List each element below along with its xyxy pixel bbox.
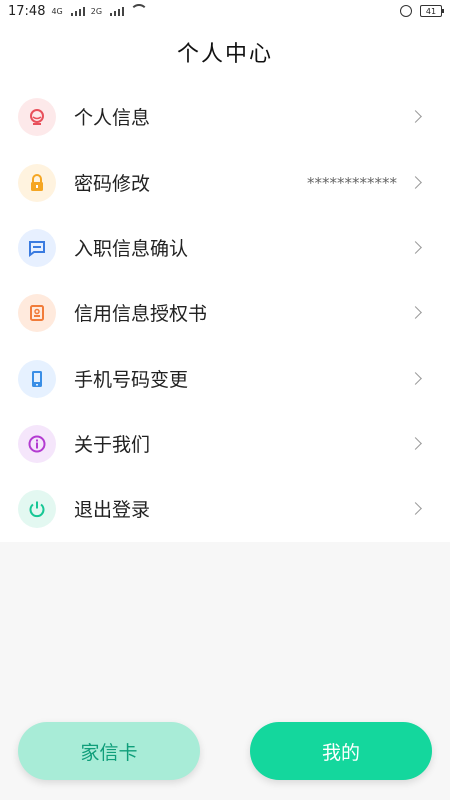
menu-item-onboarding[interactable]: 入职信息确认 [0,215,450,280]
chevron-right-icon [409,437,422,450]
menu-label: 关于我们 [74,434,151,456]
battery-icon: 41 [420,5,444,17]
menu-item-change-phone[interactable]: 手机号码变更 [0,346,450,411]
menu-item-logout[interactable]: 退出登录 [0,476,450,541]
menu-item-profile[interactable]: 个人信息 [0,84,450,149]
menu-label: 信用信息授权书 [74,303,208,325]
menu-label: 个人信息 [74,107,151,129]
message-icon [18,228,56,267]
menu-item-password[interactable]: 密码修改 ************ [0,150,450,215]
power-icon [18,489,56,528]
info-icon [18,424,56,463]
menu-item-credit-authorization[interactable]: 信用信息授权书 [0,280,450,345]
user-avatar-icon [18,97,56,136]
menu-label: 密码修改 [74,173,151,195]
chevron-right-icon [409,241,422,254]
chevron-right-icon [409,502,422,515]
lock-icon [18,163,56,202]
page-title: 个人中心 [176,42,273,67]
chevron-right-icon [409,176,422,189]
tab-family-card[interactable]: 家信卡 [18,722,200,780]
status-time: 17:48 [8,3,46,19]
signal-icon-2 [110,6,125,16]
id-card-icon [18,293,56,332]
password-mask: ************ [307,173,397,192]
network-type-2: 2G [90,6,103,16]
status-bar: 17:48 4G 2G 41 [0,0,450,22]
page-header: 个人中心 [0,22,450,82]
bottom-tab-bar: 家信卡 我的 [0,722,450,792]
battery-level: 41 [425,6,437,16]
menu-item-about[interactable]: 关于我们 [0,411,450,476]
network-type-1: 4G [51,6,63,16]
profile-menu: 个人信息 密码修改 ************ 入职信息确认 信用信息授权书 手机… [0,82,450,542]
chevron-right-icon [409,110,422,123]
chevron-right-icon [409,372,422,385]
menu-label: 手机号码变更 [74,369,189,391]
wifi-icon [130,4,149,18]
alarm-icon [400,5,412,17]
menu-label: 退出登录 [74,499,151,521]
tab-mine[interactable]: 我的 [250,722,432,780]
menu-label: 入职信息确认 [74,238,189,260]
chevron-right-icon [409,306,422,319]
phone-icon [18,359,56,398]
signal-icon [70,6,85,16]
